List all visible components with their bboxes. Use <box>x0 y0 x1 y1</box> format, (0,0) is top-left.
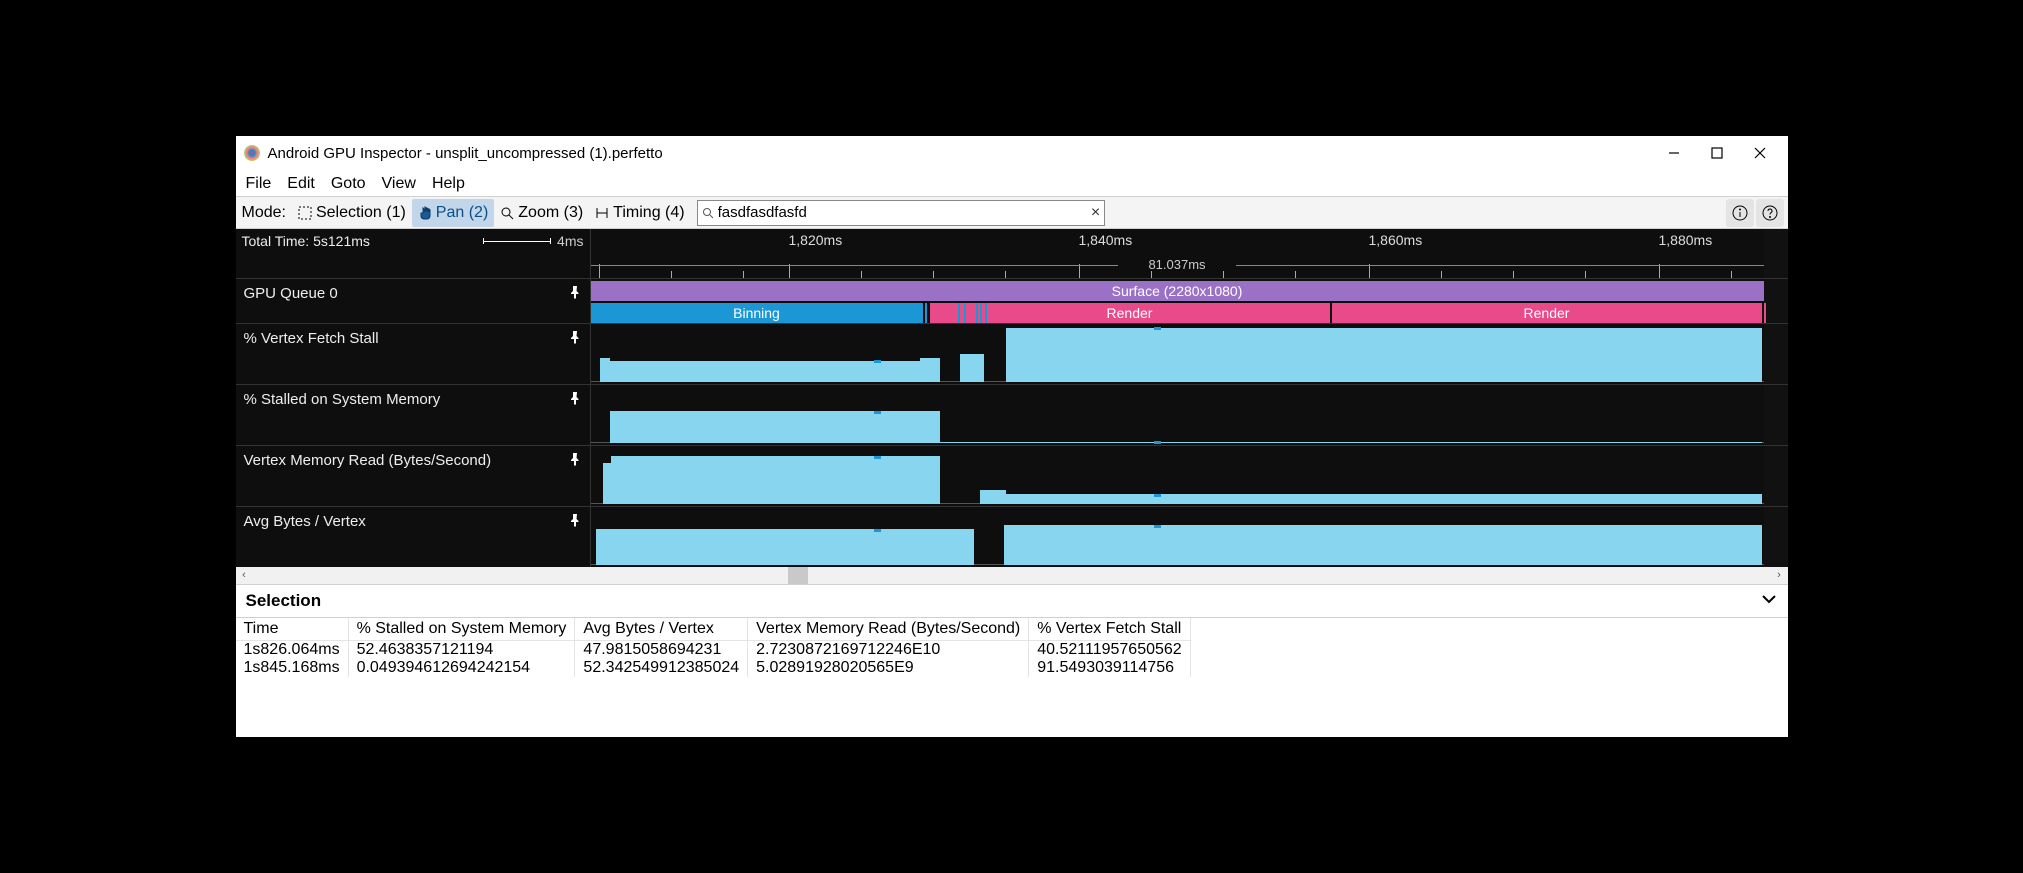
maximize-button[interactable] <box>1696 136 1739 170</box>
vertex-memory-read-graph[interactable] <box>591 446 1764 506</box>
mode-pan[interactable]: Pan (2) <box>412 199 494 227</box>
range-label: 81.037ms <box>591 257 1764 272</box>
scale-indicator: 4ms <box>483 233 583 249</box>
menu-file[interactable]: File <box>238 170 280 197</box>
titlebar[interactable]: Android GPU Inspector - unsplit_uncompre… <box>236 136 1788 170</box>
clear-search-icon[interactable]: × <box>1088 204 1104 222</box>
scroll-right-icon[interactable]: › <box>1771 567 1788 584</box>
track-label: % Vertex Fetch Stall <box>244 330 379 347</box>
menu-view[interactable]: View <box>374 170 424 197</box>
h-scrollbar[interactable]: ‹ › <box>236 567 1788 584</box>
render-lane[interactable]: Render <box>1332 303 1762 323</box>
mode-label: Mode: <box>240 204 292 222</box>
mode-timing[interactable]: Timing (4) <box>589 199 690 227</box>
zoom-icon <box>500 206 514 220</box>
table-row[interactable]: 1s845.168ms0.04939461269424215452.342549… <box>236 659 1191 677</box>
binning-lane[interactable]: Binning <box>591 303 923 323</box>
search-input[interactable] <box>718 202 1088 224</box>
pin-icon[interactable] <box>568 391 582 409</box>
selection-icon <box>298 206 312 220</box>
pin-icon[interactable] <box>568 285 582 303</box>
search-icon <box>702 207 714 219</box>
mode-bar: Mode: Selection (1) Pan (2) Zoom (3) Tim… <box>236 197 1788 229</box>
minimize-button[interactable] <box>1653 136 1696 170</box>
pin-icon[interactable] <box>568 330 582 348</box>
menu-help[interactable]: Help <box>424 170 473 197</box>
vertex-fetch-stall-graph[interactable] <box>591 324 1764 384</box>
surface-lane[interactable]: Surface (2280x1080) <box>591 281 1764 301</box>
app-icon <box>244 145 260 161</box>
pin-icon[interactable] <box>568 513 582 531</box>
time-ruler[interactable]: 1,820ms 1,840ms 1,860ms 1,880ms 81.037ms <box>591 229 1764 278</box>
pin-icon[interactable] <box>568 452 582 470</box>
menu-goto[interactable]: Goto <box>323 170 374 197</box>
search-box[interactable]: × <box>697 200 1105 226</box>
track-label: Vertex Memory Read (Bytes/Second) <box>244 452 492 469</box>
avg-bytes-vertex-graph[interactable] <box>591 507 1764 567</box>
render-lane[interactable]: Render <box>930 303 1330 323</box>
help-button[interactable] <box>1756 199 1784 227</box>
timing-icon <box>595 206 609 220</box>
table-row[interactable]: 1s826.064ms52.463835712119447.9815058694… <box>236 641 1191 660</box>
timeline[interactable]: Total Time: 5s121ms 4ms 1,820ms 1,840ms … <box>236 229 1788 567</box>
total-time-label: Total Time: 5s121ms <box>242 233 370 249</box>
selection-table: Time % Stalled on System Memory Avg Byte… <box>236 618 1788 677</box>
system-memory-stall-graph[interactable] <box>591 385 1764 445</box>
mode-zoom[interactable]: Zoom (3) <box>494 199 589 227</box>
mode-selection[interactable]: Selection (1) <box>292 199 412 227</box>
window-title: Android GPU Inspector - unsplit_uncompre… <box>268 145 663 162</box>
gpu-queue-label: GPU Queue 0 <box>244 285 338 302</box>
menu-edit[interactable]: Edit <box>279 170 323 197</box>
track-label: % Stalled on System Memory <box>244 391 441 408</box>
gpu-queue-body[interactable]: Surface (2280x1080) Binning Render Rende… <box>591 279 1764 323</box>
menu-bar: File Edit Goto View Help <box>236 170 1788 197</box>
track-label: Avg Bytes / Vertex <box>244 513 366 530</box>
selection-title: Selection <box>246 591 322 611</box>
scrollbar-thumb[interactable] <box>788 567 808 584</box>
collapse-icon[interactable] <box>1760 590 1778 613</box>
close-button[interactable] <box>1739 136 1782 170</box>
scroll-left-icon[interactable]: ‹ <box>236 567 253 584</box>
hand-icon <box>418 206 432 220</box>
info-button[interactable] <box>1726 199 1754 227</box>
